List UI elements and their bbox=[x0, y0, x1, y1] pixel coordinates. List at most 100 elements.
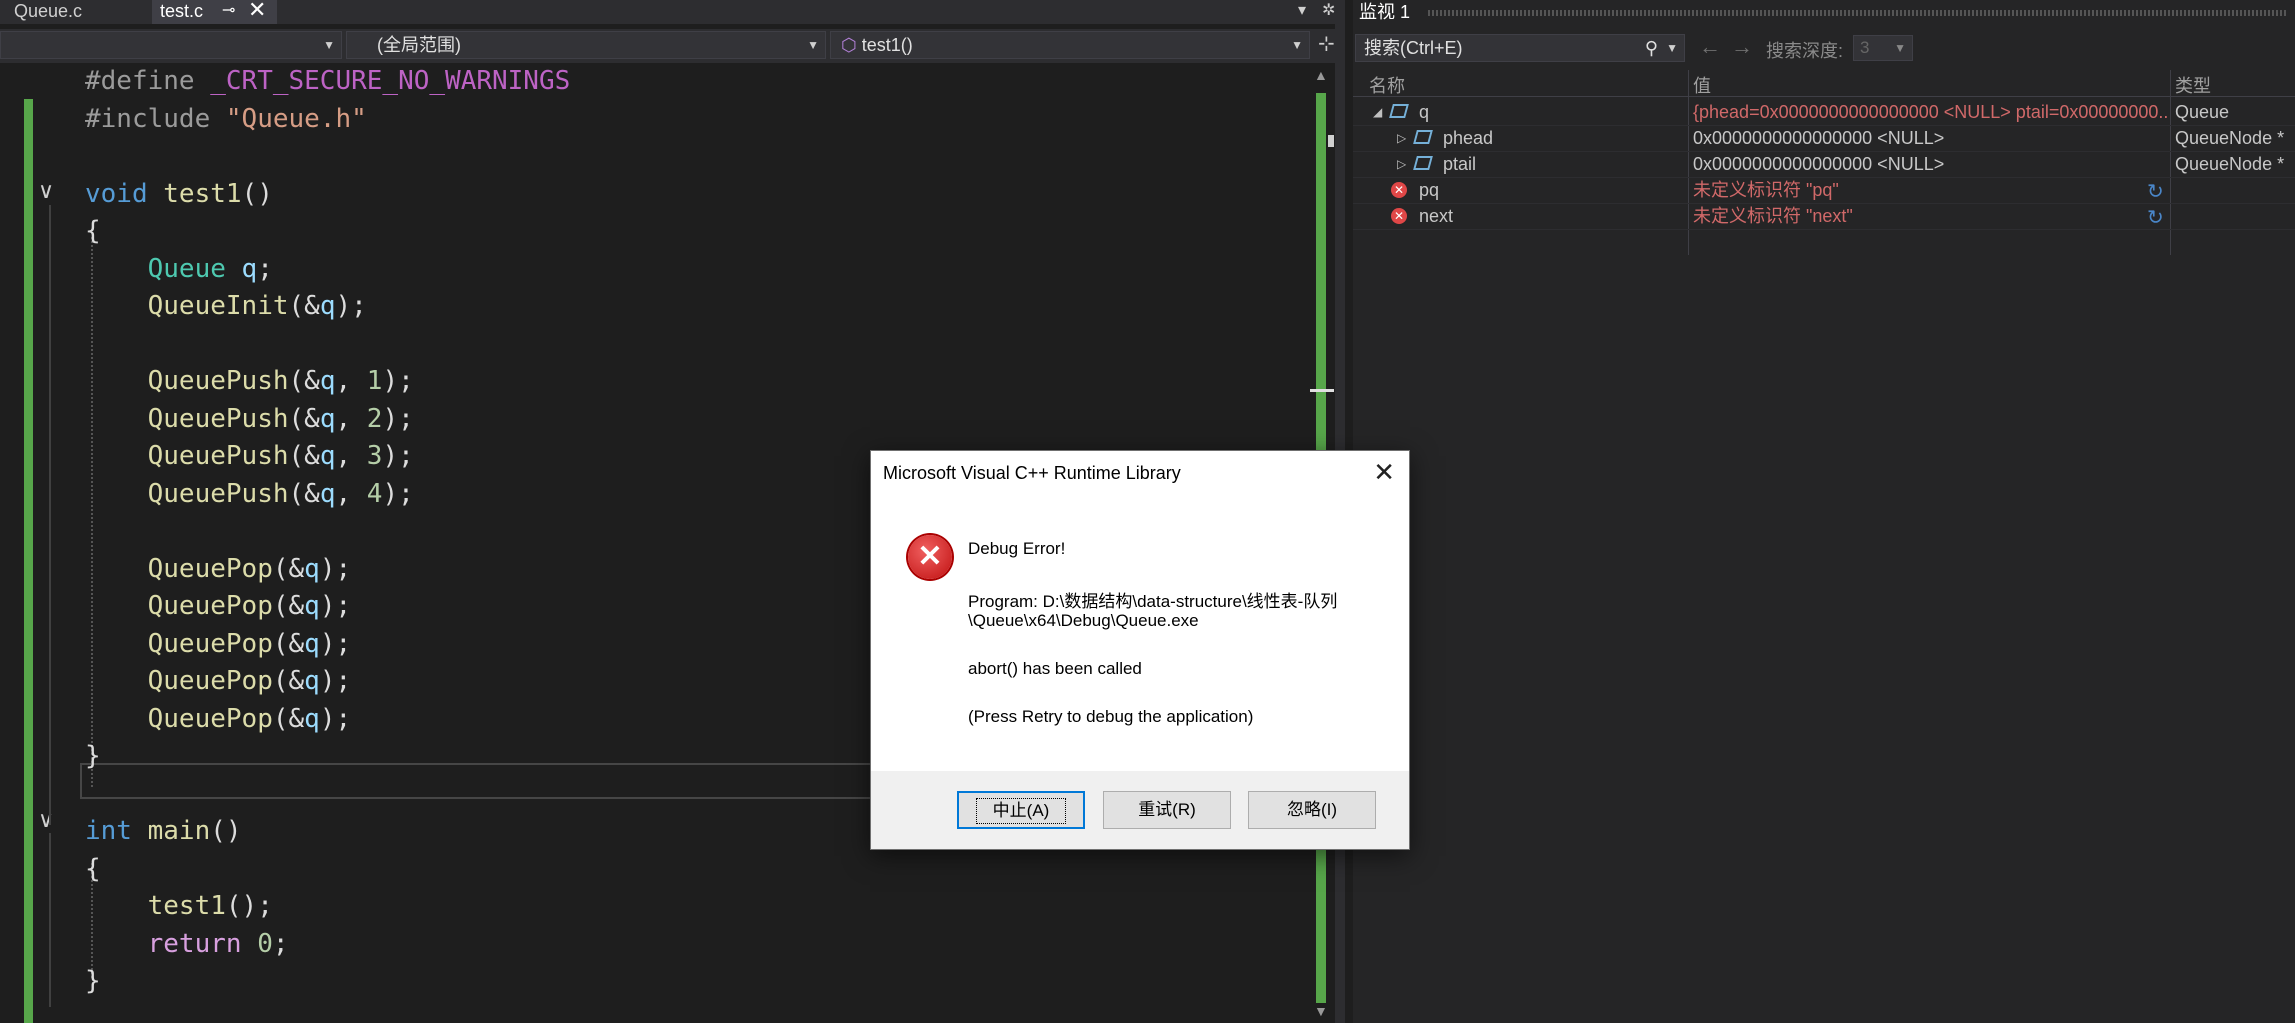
code-line[interactable]: #include "Queue.h" bbox=[85, 101, 367, 137]
scope-dropdown[interactable]: (全局范围) ▼ bbox=[346, 31, 826, 59]
code-token: (& bbox=[288, 441, 320, 471]
code-line[interactable]: void test1() bbox=[85, 176, 273, 212]
code-line[interactable]: { bbox=[85, 213, 101, 249]
program-path-line-2: \Queue\x64\Debug\Queue.exe bbox=[968, 611, 1199, 630]
back-arrow-icon[interactable]: ← bbox=[1699, 34, 1721, 60]
tab-queue-c[interactable]: Queue.c bbox=[0, 0, 150, 24]
abort-button[interactable]: 中止(A) bbox=[957, 791, 1085, 829]
code-token: main bbox=[147, 816, 211, 846]
fold-toggle-icon[interactable]: ∨ bbox=[38, 178, 54, 204]
split-icon[interactable]: ⊹ bbox=[1318, 31, 1335, 56]
change-marker bbox=[24, 99, 33, 1023]
search-depth-select[interactable]: 3 ▼ bbox=[1853, 35, 1913, 61]
error-icon: ✕ bbox=[1391, 182, 1407, 198]
watch-name[interactable]: pq bbox=[1419, 177, 1439, 203]
code-line[interactable]: { bbox=[85, 851, 101, 887]
code-token: (& bbox=[288, 366, 320, 396]
chevron-down-icon[interactable]: ▼ bbox=[1666, 35, 1678, 61]
code-line[interactable]: QueuePush(&q, 3); bbox=[85, 438, 414, 474]
watch-row[interactable]: ✕ pq 未定义标识符 "pq" ↻ bbox=[1353, 177, 2295, 204]
chevron-down-icon: ▼ bbox=[1894, 41, 1906, 55]
code-line[interactable]: Queue q; bbox=[85, 251, 273, 287]
expand-toggle-icon[interactable]: ▷ bbox=[1397, 151, 1406, 177]
code-token: 0 bbox=[257, 928, 273, 959]
tab-test-c[interactable]: test.c ⊸ ✕ bbox=[152, 0, 277, 24]
code-line[interactable]: QueuePush(&q, 2); bbox=[85, 401, 414, 437]
watch-value[interactable]: 未定义标识符 "pq" bbox=[1693, 177, 2168, 203]
project-dropdown[interactable]: ▼ bbox=[0, 31, 342, 59]
code-token: (& bbox=[288, 478, 320, 509]
watch-name[interactable]: ptail bbox=[1443, 151, 1476, 177]
code-line[interactable]: QueuePop(&q); bbox=[85, 626, 352, 662]
watch-name[interactable]: next bbox=[1419, 203, 1453, 229]
watch-name[interactable]: phead bbox=[1443, 125, 1493, 151]
close-icon[interactable]: ✕ bbox=[248, 0, 266, 21]
code-line[interactable]: test1(); bbox=[85, 888, 273, 924]
code-token: q bbox=[304, 666, 320, 696]
forward-arrow-icon[interactable]: → bbox=[1731, 34, 1753, 60]
code-line[interactable]: #define _CRT_SECURE_NO_WARNINGS bbox=[85, 63, 570, 99]
code-line[interactable]: QueuePop(&q); bbox=[85, 551, 352, 587]
search-icon[interactable]: ⚲ bbox=[1645, 35, 1658, 61]
watch-value[interactable]: 0x0000000000000000 <NULL> bbox=[1693, 125, 2168, 151]
scope-value: (全局范围) bbox=[377, 35, 461, 55]
code-line[interactable]: QueuePop(&q); bbox=[85, 701, 352, 737]
expand-toggle-icon[interactable]: ▷ bbox=[1397, 125, 1406, 151]
code-line[interactable]: } bbox=[85, 963, 101, 999]
watch-row[interactable]: ▷ ptail 0x0000000000000000 <NULL> QueueNode… bbox=[1353, 151, 2295, 178]
watch-value[interactable]: {phead=0x0000000000000000 <NULL> ptail=0… bbox=[1693, 99, 2168, 125]
column-type[interactable]: 类型 bbox=[2175, 72, 2211, 98]
watch-row[interactable]: ▷ phead 0x0000000000000000 <NULL> QueueNode… bbox=[1353, 125, 2295, 152]
watch-row[interactable]: ◢ q {phead=0x0000000000000000 <NULL> ptail… bbox=[1353, 99, 2295, 126]
code-token: QueuePush bbox=[147, 403, 289, 434]
code-line[interactable]: QueuePop(&q); bbox=[85, 663, 352, 699]
watch-type: QueueNode * bbox=[2175, 154, 2285, 174]
retry-button[interactable]: 重试(R) bbox=[1103, 791, 1231, 829]
code-line[interactable]: return 0; bbox=[85, 926, 289, 962]
tab-list-dropdown-icon[interactable]: ▾ bbox=[1298, 0, 1306, 20]
fold-toggle-icon[interactable]: ∨ bbox=[38, 807, 54, 833]
refresh-icon[interactable]: ↻ bbox=[2147, 205, 2164, 231]
code-token: ); bbox=[319, 553, 352, 584]
watch-row[interactable]: ✕ next 未定义标识符 "next" ↻ bbox=[1353, 203, 2295, 230]
watch-title[interactable]: 监视 1 bbox=[1359, 0, 1410, 24]
watch-value[interactable]: 未定义标识符 "next" bbox=[1693, 203, 2168, 229]
chevron-down-icon: ▼ bbox=[807, 38, 819, 52]
program-path-line-1: Program: D:\数据结构\data-structure\线性表-队列 bbox=[968, 592, 1338, 611]
code-token: (& bbox=[272, 666, 305, 696]
code-line[interactable]: } bbox=[85, 738, 101, 774]
code-token: (); bbox=[225, 891, 273, 921]
watch-name[interactable]: q bbox=[1419, 99, 1429, 125]
code-line[interactable]: QueueInit(&q); bbox=[85, 288, 367, 324]
column-value[interactable]: 值 bbox=[1693, 72, 1711, 98]
scroll-up-icon[interactable]: ▲ bbox=[1314, 67, 1328, 83]
watch-value[interactable]: 0x0000000000000000 <NULL> bbox=[1693, 151, 2168, 177]
column-name[interactable]: 名称 bbox=[1369, 72, 1405, 98]
code-line[interactable]: int main() bbox=[85, 813, 242, 849]
code-line[interactable]: QueuePop(&q); bbox=[85, 588, 352, 624]
refresh-icon[interactable]: ↻ bbox=[2147, 179, 2164, 205]
ignore-button[interactable]: 忽略(I) bbox=[1248, 791, 1376, 829]
function-dropdown[interactable]: ⬡ test1() ▼ bbox=[830, 31, 1310, 59]
drag-grip[interactable] bbox=[1428, 10, 2288, 16]
dialog-title: Microsoft Visual C++ Runtime Library bbox=[883, 463, 1181, 483]
code-line[interactable]: QueuePush(&q, 4); bbox=[85, 476, 414, 512]
code-token: { bbox=[85, 853, 101, 884]
code-line[interactable]: QueuePush(&q, 1); bbox=[85, 363, 414, 399]
pin-icon[interactable]: ⊸ bbox=[222, 0, 235, 22]
watch-search-input[interactable]: 搜索(Ctrl+E) ⚲ ▼ bbox=[1355, 34, 1685, 62]
scope-guide bbox=[49, 205, 51, 825]
code-token: (& bbox=[272, 591, 305, 621]
code-token: return bbox=[147, 928, 258, 959]
search-placeholder: 搜索(Ctrl+E) bbox=[1364, 38, 1463, 58]
close-icon[interactable]: ✕ bbox=[1373, 457, 1395, 488]
expand-toggle-icon[interactable]: ◢ bbox=[1373, 99, 1382, 125]
gear-icon[interactable]: ✲ bbox=[1322, 0, 1335, 20]
scroll-down-icon[interactable]: ▼ bbox=[1314, 1003, 1328, 1019]
code-token: (& bbox=[288, 291, 320, 321]
